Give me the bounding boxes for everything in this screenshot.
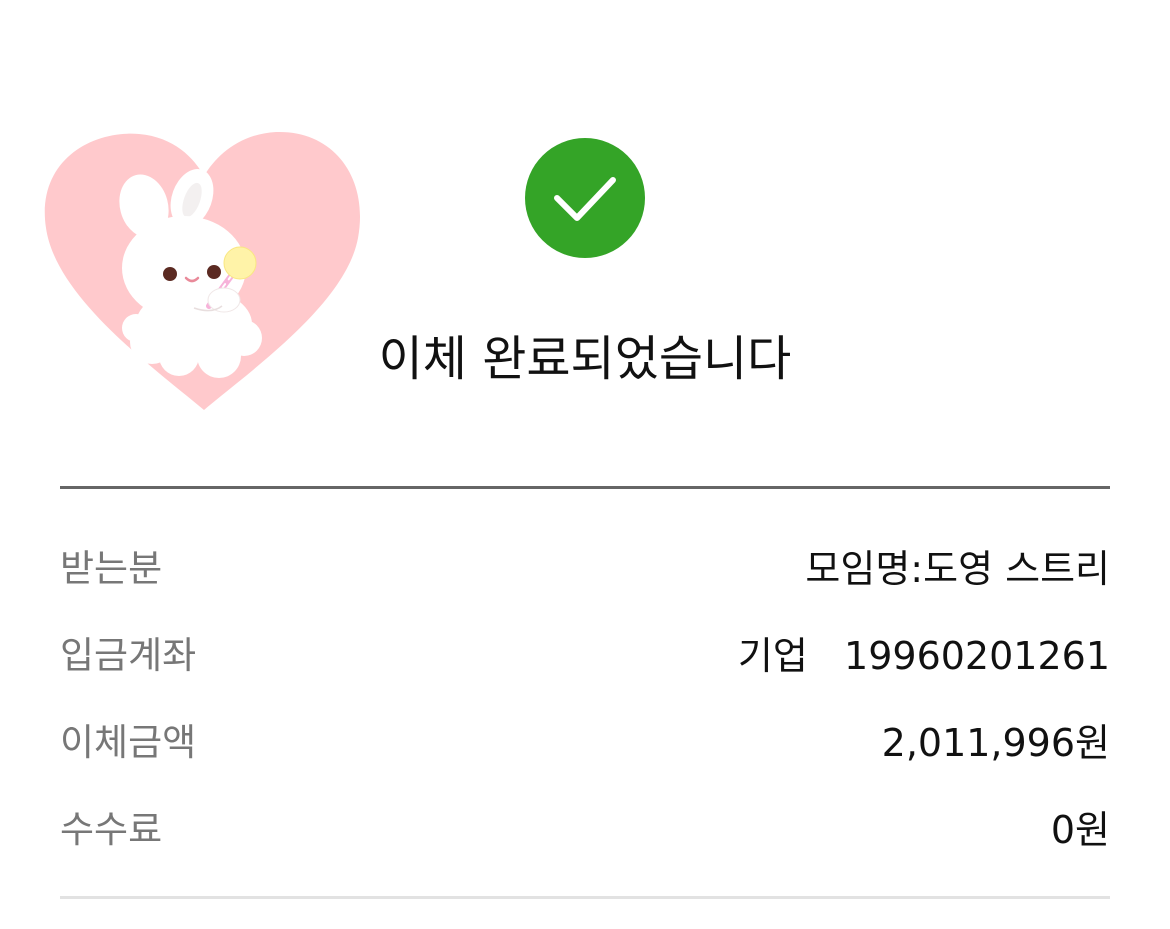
- divider: [60, 896, 1110, 899]
- recipient-value: 모임명:도영 스트리: [805, 546, 1110, 591]
- account-value: 기업 19960201261: [737, 633, 1110, 678]
- detail-row-recipient: 받는분 모임명:도영 스트리: [60, 535, 1110, 595]
- divider: [60, 486, 1110, 489]
- transfer-complete-screen: 이체 완료되었습니다 받는분 모임명:도영 스트리 입금계좌 기업 199602…: [0, 0, 1170, 929]
- detail-row-amount: 이체금액 2,011,996원: [60, 709, 1110, 769]
- account-label: 입금계좌: [60, 634, 197, 677]
- amount-value: 2,011,996원: [881, 720, 1110, 765]
- amount-label: 이체금액: [60, 721, 197, 764]
- transfer-complete-title: 이체 완료되었습니다: [378, 331, 792, 387]
- detail-row-account: 입금계좌 기업 19960201261: [60, 622, 1110, 682]
- fee-value: 0원: [1050, 807, 1110, 852]
- check-circle-icon: [525, 138, 645, 258]
- detail-row-fee: 수수료 0원: [60, 796, 1110, 856]
- recipient-label: 받는분: [60, 547, 163, 590]
- fee-label: 수수료: [60, 808, 163, 851]
